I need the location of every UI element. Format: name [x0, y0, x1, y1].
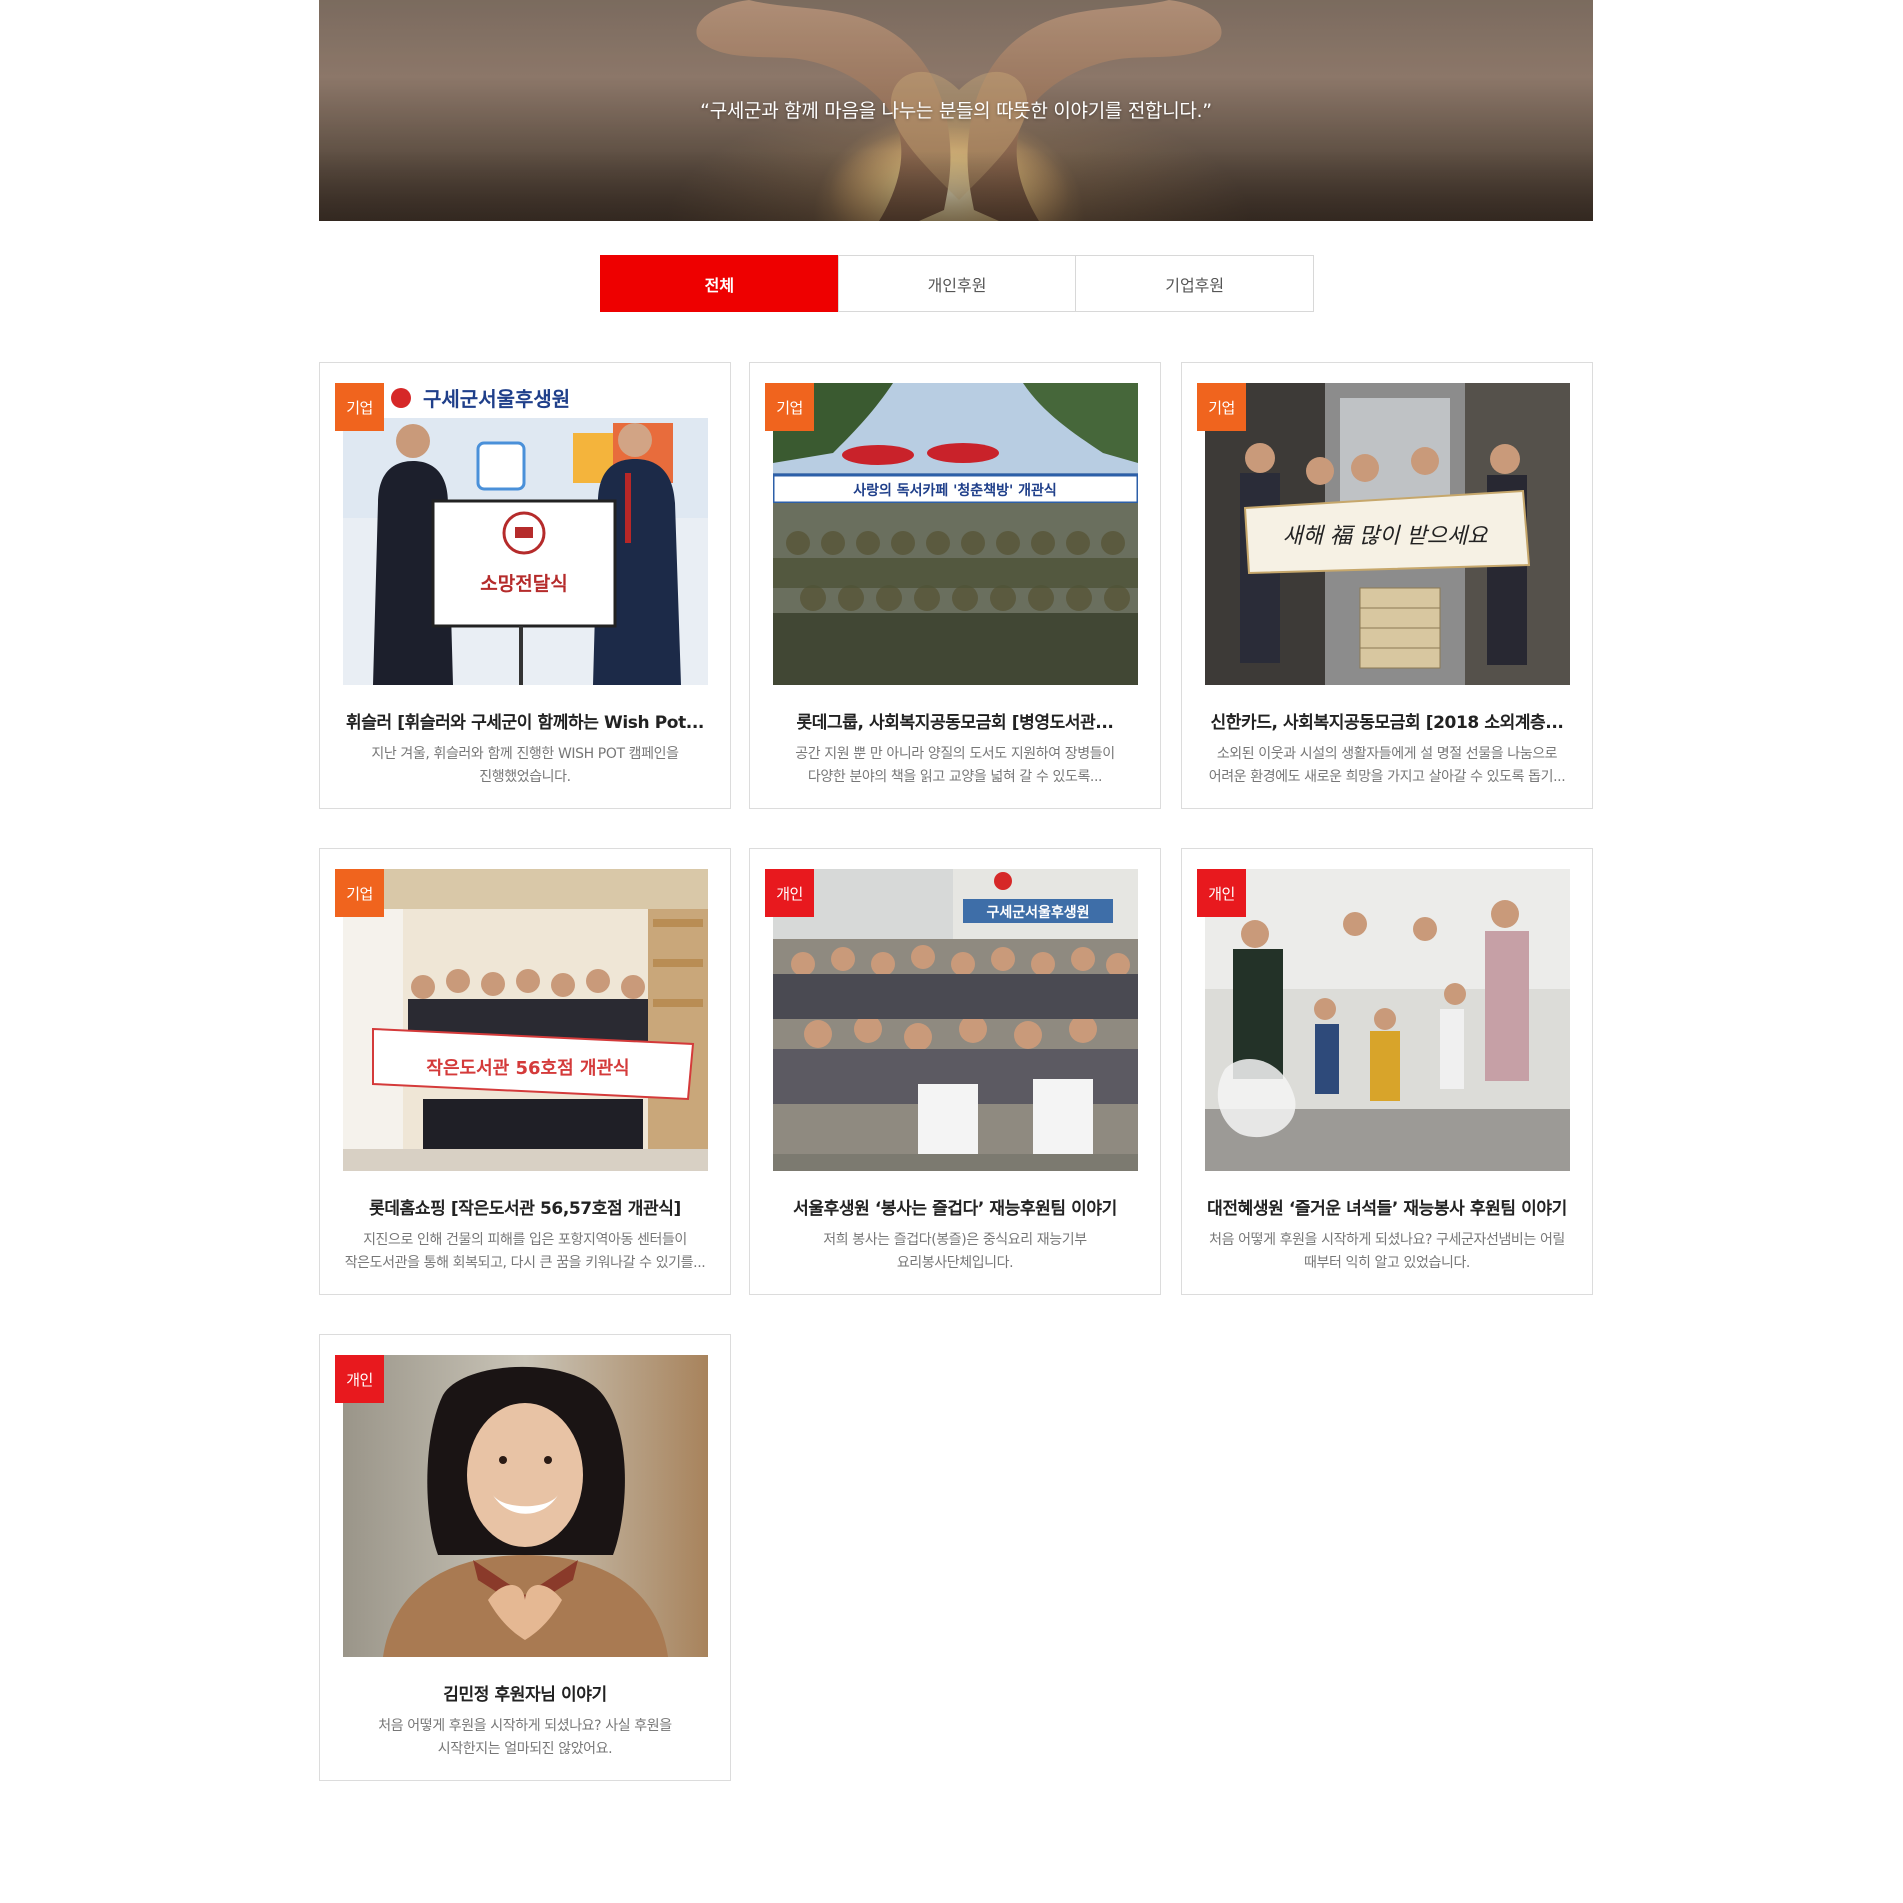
story-description-line: 처음 어떻게 후원을 시작하게 되셨나요? 사실 후원을: [378, 1718, 672, 1734]
hero-quote: “구세군과 함께 마음을 나누는 분들의 따뜻한 이야기를 전합니다.”: [700, 100, 1212, 122]
category-tabs: 전체 개인후원 기업후원: [600, 255, 1315, 312]
page: “구세군과 함께 마음을 나누는 분들의 따뜻한 이야기를 전합니다.” 전체 …: [0, 0, 1903, 1903]
tab-individual-support[interactable]: 개인후원: [837, 255, 1077, 312]
category-badge: 개인: [335, 1355, 384, 1403]
photo-caption: 새해 福 많이 받으세요: [1283, 524, 1490, 549]
category-badge: 기업: [335, 383, 384, 431]
story-description-line: 작은도서관을 통해 회복되고, 다시 큰 꿈을 키워나갈 수 있기를...: [344, 1255, 706, 1271]
story-description-line: 처음 어떻게 후원을 시작하게 되셨나요? 구세군자선냄비는 어릴: [1209, 1232, 1565, 1248]
category-badge: 기업: [765, 383, 814, 431]
story-thumbnail: 구세군서울후생원 소망전달식: [343, 383, 708, 685]
story-title: 휘슬러 [휘슬러와 구세군이 함께하는 Wish Pot...: [345, 713, 704, 733]
photo-caption: 작은도서관 56호점 개관식: [426, 1058, 629, 1079]
story-card[interactable]: 작은도서관 56호점 개관식 기업 롯데홈쇼핑 [작은도서관 56,57호점 개…: [319, 848, 731, 1295]
category-badge: 기업: [1197, 383, 1246, 431]
story-description-line: 시작한지는 얼마되진 않았어요.: [437, 1741, 613, 1757]
story-description-line: 소외된 이웃과 시설의 생활자들에게 설 명절 선물을 나눔으로: [1216, 746, 1558, 762]
story-card[interactable]: 구세군서울후생원 개인 서울후생원 ‘봉사는 즐겁다’ 재능후원팀 이야기 저희…: [749, 848, 1161, 1295]
story-card[interactable]: 사랑의 독서카페 '청춘책방' 개관식 기업 롯데그룹, 사회복지공동모금회 […: [749, 362, 1161, 809]
hero-banner: “구세군과 함께 마음을 나누는 분들의 따뜻한 이야기를 전합니다.”: [319, 0, 1593, 221]
story-thumbnail: 작은도서관 56호점 개관식: [343, 869, 708, 1171]
story-thumbnail: 사랑의 독서카페 '청춘책방' 개관식: [773, 383, 1138, 685]
story-thumbnail: 새해 福 많이 받으세요: [1205, 383, 1570, 685]
story-description-line: 진행했었습니다.: [479, 769, 571, 785]
category-badge: 개인: [1197, 869, 1246, 917]
story-thumbnail: [1205, 869, 1570, 1171]
category-badge: 기업: [335, 869, 384, 917]
story-title: 서울후생원 ‘봉사는 즐겁다’ 재능후원팀 이야기: [793, 1199, 1117, 1219]
tab-all[interactable]: 전체: [600, 255, 839, 312]
story-description: 소외된 이웃과 시설의 생활자들에게 설 명절 선물을 나눔으로 어려운 환경에…: [1204, 743, 1570, 789]
story-title: 신한카드, 사회복지공동모금회 [2018 소외계층...: [1210, 713, 1564, 733]
story-thumbnail: [343, 1355, 708, 1657]
tab-corporate-support[interactable]: 기업후원: [1075, 255, 1315, 312]
story-title: 롯데홈쇼핑 [작은도서관 56,57호점 개관식]: [369, 1199, 681, 1219]
story-card[interactable]: 새해 福 많이 받으세요 기업 신한카드, 사회복지공동모금회 [2018 소외…: [1181, 362, 1593, 809]
photo-caption: 사랑의 독서카페 '청춘책방' 개관식: [853, 482, 1057, 499]
story-description-line: 때부터 익히 알고 있었습니다.: [1304, 1255, 1470, 1271]
story-description: 지난 겨울, 휘슬러와 함께 진행한 WISH POT 캠페인을 진행했었습니다…: [342, 743, 708, 789]
story-description-line: 어려운 환경에도 새로운 희망을 가지고 살아갈 수 있도록 돕기...: [1208, 769, 1566, 785]
story-description-line: 지진으로 인해 건물의 피해를 입은 포항지역아동 센터들이: [363, 1232, 687, 1248]
story-description-line: 저희 봉사는 즐겁다(봉즐)은 중식요리 재능기부: [823, 1232, 1087, 1248]
hero-shade: [319, 151, 1593, 221]
story-title: 롯데그룹, 사회복지공동모금회 [병영도서관...: [796, 713, 1114, 733]
story-card[interactable]: 구세군서울후생원 소망전달식 기업 휘슬러 [휘슬러와 구세군이 함께하는 Wi…: [319, 362, 731, 809]
story-description: 처음 어떻게 후원을 시작하게 되셨나요? 사실 후원을 시작한지는 얼마되진 …: [342, 1715, 708, 1761]
story-card[interactable]: 개인 김민정 후원자님 이야기 처음 어떻게 후원을 시작하게 되셨나요? 사실…: [319, 1334, 731, 1781]
story-description-line: 공간 지원 뿐 만 아니라 양질의 도서도 지원하여 장병들이: [795, 746, 1115, 762]
photo-caption: 소망전달식: [480, 573, 567, 595]
story-title: 대전혜생원 ‘즐거운 녀석들’ 재능봉사 후원팀 이야기: [1207, 1199, 1567, 1219]
story-description: 저희 봉사는 즐겁다(봉즐)은 중식요리 재능기부 요리봉사단체입니다.: [772, 1229, 1138, 1275]
story-thumbnail: 구세군서울후생원: [773, 869, 1138, 1171]
story-description: 공간 지원 뿐 만 아니라 양질의 도서도 지원하여 장병들이 다양한 분야의 …: [772, 743, 1138, 789]
story-description-line: 지난 겨울, 휘슬러와 함께 진행한 WISH POT 캠페인을: [371, 746, 679, 762]
story-description-line: 요리봉사단체입니다.: [896, 1255, 1014, 1271]
story-description: 지진으로 인해 건물의 피해를 입은 포항지역아동 센터들이 작은도서관을 통해…: [342, 1229, 708, 1275]
story-title: 김민정 후원자님 이야기: [443, 1685, 607, 1705]
photo-caption: 구세군서울후생원: [986, 904, 1089, 921]
story-card[interactable]: 개인 대전혜생원 ‘즐거운 녀석들’ 재능봉사 후원팀 이야기 처음 어떻게 후…: [1181, 848, 1593, 1295]
story-description-line: 다양한 분야의 책을 읽고 교양을 넓혀 갈 수 있도록...: [807, 769, 1103, 785]
story-description: 처음 어떻게 후원을 시작하게 되셨나요? 구세군자선냄비는 어릴 때부터 익히…: [1204, 1229, 1570, 1275]
photo-caption: 구세군서울후생원: [423, 387, 570, 411]
category-badge: 개인: [765, 869, 814, 917]
